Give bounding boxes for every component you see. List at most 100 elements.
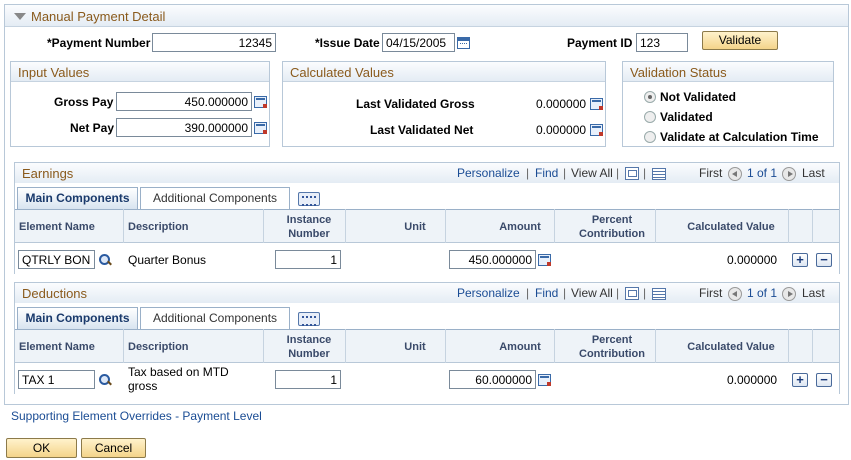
earnings-title: Earnings bbox=[22, 166, 74, 181]
element-name-input[interactable] bbox=[18, 370, 95, 389]
previous-arrow-icon[interactable] bbox=[728, 287, 742, 301]
tab-additional-components[interactable]: Additional Components bbox=[140, 307, 290, 329]
last-label: Last bbox=[802, 286, 825, 300]
validation-status-box: Validation Status Not Validated Validate… bbox=[622, 61, 834, 147]
radio-validated-label: Validated bbox=[660, 110, 713, 124]
radio-not-validated[interactable] bbox=[644, 91, 656, 103]
deductions-header: Deductions Personalize | Find | View All… bbox=[15, 283, 839, 303]
add-row-button[interactable]: + bbox=[792, 253, 808, 267]
nav-separator: | bbox=[526, 286, 530, 300]
last-validated-net-value: 0.000000 bbox=[536, 123, 587, 137]
col-percent-contribution: Percent Contribution bbox=[579, 334, 645, 360]
new-window-icon[interactable] bbox=[625, 287, 639, 300]
calculated-values-header: Calculated Values bbox=[283, 62, 605, 82]
delete-row-button[interactable]: − bbox=[816, 373, 832, 387]
next-arrow-icon[interactable] bbox=[782, 167, 796, 181]
col-description: Description bbox=[128, 221, 189, 233]
cancel-button[interactable]: Cancel bbox=[81, 438, 146, 458]
tab-main-components[interactable]: Main Components bbox=[17, 307, 138, 329]
view-all-link[interactable]: View All bbox=[571, 166, 613, 180]
amount-input[interactable] bbox=[449, 250, 536, 269]
issue-date-input[interactable] bbox=[382, 33, 455, 52]
show-all-columns-icon[interactable] bbox=[298, 192, 320, 206]
personalize-link[interactable]: Personalize bbox=[457, 166, 520, 180]
net-pay-input[interactable] bbox=[116, 118, 252, 137]
payment-id-input[interactable] bbox=[636, 33, 688, 52]
lookup-icon[interactable] bbox=[99, 254, 111, 266]
calculator-icon[interactable] bbox=[590, 98, 603, 110]
supporting-element-overrides-link[interactable]: Supporting Element Overrides - Payment L… bbox=[11, 409, 262, 423]
next-arrow-icon[interactable] bbox=[782, 287, 796, 301]
radio-not-validated-label: Not Validated bbox=[660, 90, 737, 104]
calculated-values-title: Calculated Values bbox=[290, 65, 394, 80]
section-header[interactable]: Manual Payment Detail bbox=[5, 5, 848, 27]
description-text: Tax based on MTD gross bbox=[128, 365, 229, 393]
tab-additional-components[interactable]: Additional Components bbox=[140, 187, 290, 209]
col-calculated-value: Calculated Value bbox=[687, 341, 775, 353]
delete-row-button[interactable]: − bbox=[816, 253, 832, 267]
add-row-button[interactable]: + bbox=[792, 373, 808, 387]
nav-separator: | bbox=[616, 286, 620, 300]
tab-main-components[interactable]: Main Components bbox=[17, 187, 138, 209]
col-instance-number: Instance Number bbox=[286, 334, 332, 360]
element-name-input[interactable] bbox=[18, 250, 95, 269]
input-values-box: Input Values Gross Pay Net Pay bbox=[10, 61, 270, 147]
download-table-icon[interactable] bbox=[652, 168, 666, 180]
input-values-header: Input Values bbox=[11, 62, 269, 82]
ok-button[interactable]: OK bbox=[6, 438, 77, 458]
show-all-columns-icon[interactable] bbox=[298, 312, 320, 326]
calculator-icon[interactable] bbox=[538, 254, 551, 266]
calculator-icon[interactable] bbox=[590, 124, 603, 136]
calculated-values-box: Calculated Values Last Validated Gross 0… bbox=[282, 61, 606, 147]
row-count: 1 of 1 bbox=[747, 286, 778, 300]
col-unit: Unit bbox=[404, 221, 426, 233]
calculator-icon[interactable] bbox=[538, 374, 551, 386]
last-label: Last bbox=[802, 166, 825, 180]
table-row: Quarter Bonus 0.000000 + − bbox=[15, 243, 839, 275]
new-window-icon[interactable] bbox=[625, 167, 639, 180]
find-link[interactable]: Find bbox=[535, 286, 558, 300]
col-amount: Amount bbox=[499, 341, 541, 353]
issue-date-label: *Issue Date bbox=[315, 36, 380, 50]
payment-number-input[interactable] bbox=[152, 33, 276, 52]
collapse-triangle-icon[interactable] bbox=[14, 13, 26, 20]
net-pay-label: Net Pay bbox=[70, 121, 115, 135]
nav-separator: | bbox=[563, 166, 567, 180]
col-unit: Unit bbox=[404, 341, 426, 353]
last-validated-gross-value: 0.000000 bbox=[536, 97, 587, 111]
instance-number-input[interactable] bbox=[275, 370, 341, 389]
col-element-name: Element Name bbox=[19, 341, 95, 353]
validate-button[interactable]: Validate bbox=[702, 31, 778, 50]
validation-status-title: Validation Status bbox=[630, 65, 727, 80]
download-table-icon[interactable] bbox=[652, 288, 666, 300]
amount-input[interactable] bbox=[449, 370, 536, 389]
col-instance-number: Instance Number bbox=[286, 214, 332, 240]
deductions-grid: Deductions Personalize | Find | View All… bbox=[14, 282, 840, 395]
row-count: 1 of 1 bbox=[747, 166, 778, 180]
payment-number-label: *Payment Number bbox=[47, 36, 151, 50]
radio-validated[interactable] bbox=[644, 111, 656, 123]
find-link[interactable]: Find bbox=[535, 166, 558, 180]
view-all-link[interactable]: View All bbox=[571, 286, 613, 300]
calculator-icon[interactable] bbox=[254, 96, 267, 108]
input-values-title: Input Values bbox=[18, 65, 90, 80]
calculator-icon[interactable] bbox=[254, 122, 267, 134]
radio-validate-at-calculation-time[interactable] bbox=[644, 131, 656, 143]
earnings-grid: Earnings Personalize | Find | View All |… bbox=[14, 162, 840, 275]
previous-arrow-icon[interactable] bbox=[728, 167, 742, 181]
calendar-icon[interactable] bbox=[457, 37, 470, 49]
nav-separator: | bbox=[643, 286, 647, 300]
col-description: Description bbox=[128, 341, 189, 353]
gross-pay-input[interactable] bbox=[116, 92, 252, 111]
lookup-icon[interactable] bbox=[99, 374, 111, 386]
personalize-link[interactable]: Personalize bbox=[457, 286, 520, 300]
nav-separator: | bbox=[616, 166, 620, 180]
col-percent-contribution: Percent Contribution bbox=[579, 214, 645, 240]
nav-separator: | bbox=[526, 166, 530, 180]
last-validated-net-label: Last Validated Net bbox=[370, 123, 474, 137]
first-label: First bbox=[699, 286, 723, 300]
calculated-value-text: 0.000000 bbox=[727, 253, 778, 267]
section-title: Manual Payment Detail bbox=[31, 9, 166, 24]
instance-number-input[interactable] bbox=[275, 250, 341, 269]
radio-validate-at-calculation-time-label: Validate at Calculation Time bbox=[660, 130, 819, 144]
